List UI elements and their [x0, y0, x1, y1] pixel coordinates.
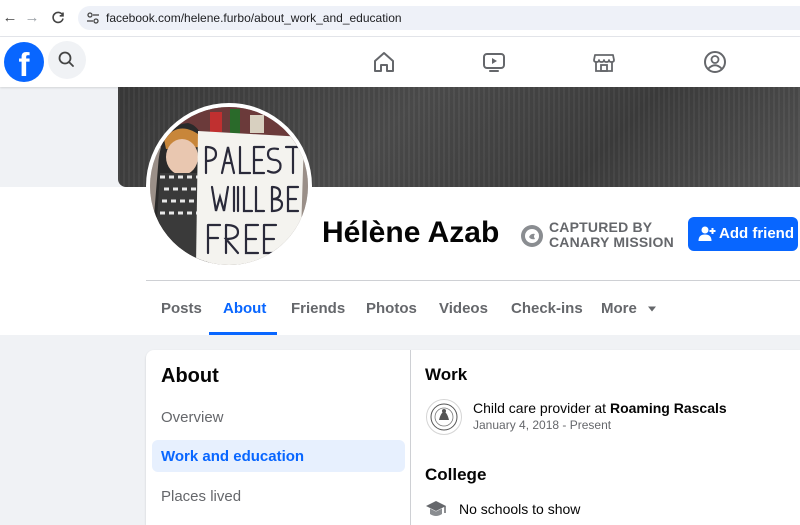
watch-icon[interactable]: [481, 49, 507, 75]
home-icon[interactable]: [371, 49, 397, 75]
about-menu-overview[interactable]: Overview: [161, 409, 224, 427]
tab-check-ins[interactable]: Check-ins: [511, 300, 583, 318]
profile-name: Hélène Azab: [322, 216, 500, 249]
search-button[interactable]: [48, 41, 86, 79]
tab-friends[interactable]: Friends: [291, 300, 345, 318]
tab-posts[interactable]: Posts: [161, 300, 202, 318]
work-entry: Child care provider at Roaming Rascals: [473, 400, 727, 416]
add-friend-icon: [698, 226, 716, 241]
tab-photos[interactable]: Photos: [366, 300, 417, 318]
tab-more[interactable]: More: [601, 300, 657, 318]
about-menu-places-lived[interactable]: Places lived: [161, 488, 241, 506]
college-heading: College: [425, 465, 487, 484]
employer-link[interactable]: Roaming Rascals: [610, 400, 727, 416]
no-schools-text: No schools to show: [459, 501, 581, 517]
work-heading: Work: [425, 365, 468, 384]
groups-icon[interactable]: [702, 49, 728, 75]
url-text[interactable]: facebook.com/helene.furbo/about_work_and…: [106, 10, 402, 26]
captured-line-2: CANARY MISSION: [549, 234, 674, 250]
address-bar[interactable]: facebook.com/helene.furbo/about_work_and…: [78, 6, 800, 30]
facebook-logo-icon[interactable]: f: [4, 42, 44, 83]
active-tab-indicator: [209, 332, 277, 335]
tab-more-label: More: [601, 300, 637, 317]
about-menu-work-education[interactable]: Work and education: [161, 448, 304, 466]
chevron-down-icon: [648, 306, 657, 312]
captured-by-label: CAPTURED BY CANARY MISSION: [549, 220, 674, 249]
about-card: [146, 350, 800, 525]
profile-avatar[interactable]: [146, 103, 312, 269]
protest-sign-photo: [150, 107, 308, 265]
marketplace-icon[interactable]: [591, 49, 617, 75]
work-dates: January 4, 2018 - Present: [473, 418, 612, 432]
about-heading: About: [161, 365, 219, 387]
search-icon: [58, 51, 74, 67]
browser-toolbar: ← → facebook.com/helene.furbo/about_work…: [0, 0, 800, 37]
forward-icon[interactable]: →: [22, 8, 42, 28]
employer-logo-icon[interactable]: [426, 399, 462, 435]
about-column-divider: [410, 350, 411, 525]
reload-icon[interactable]: [48, 8, 68, 28]
tab-about[interactable]: About: [223, 300, 266, 318]
site-settings-icon[interactable]: [86, 11, 100, 25]
back-icon[interactable]: ←: [0, 8, 20, 28]
profile-header-divider: [146, 280, 800, 281]
graduation-cap-icon: [426, 501, 446, 516]
tab-videos[interactable]: Videos: [439, 300, 488, 318]
add-friend-button[interactable]: Add friend: [688, 217, 798, 251]
captured-line-1: CAPTURED BY: [549, 219, 653, 235]
facebook-top-nav: f: [0, 37, 800, 87]
work-role: Child care provider at: [473, 400, 607, 416]
canary-mission-badge-icon: [521, 225, 543, 247]
add-friend-label: Add friend: [719, 225, 794, 242]
